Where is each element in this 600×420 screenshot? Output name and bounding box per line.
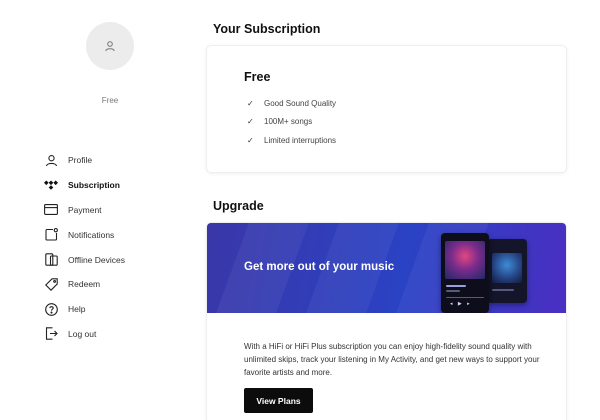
upgrade-banner: Get more out of your music ◂ ▶ ▸ [207, 223, 566, 313]
devices-icon [44, 253, 58, 267]
album-art [492, 253, 522, 283]
check-icon: ✓ [247, 135, 254, 145]
sidebar-item-label: Offline Devices [68, 254, 126, 265]
banner-title: Get more out of your music [244, 261, 395, 273]
track-line [446, 285, 466, 287]
feature-label: 100M+ songs [264, 117, 313, 127]
sidebar-item-redeem[interactable]: Redeem [44, 272, 194, 297]
avatar[interactable] [86, 22, 134, 70]
sidebar-item-profile[interactable]: Profile [44, 148, 194, 173]
progress-line [446, 297, 484, 298]
feature-label: Limited interruptions [264, 135, 337, 145]
track-line [446, 290, 460, 292]
sidebar-item-help[interactable]: Help [44, 297, 194, 322]
tag-icon [44, 277, 58, 291]
phone-mockup-back [487, 239, 527, 303]
sidebar-item-subscription[interactable]: Subscription [44, 173, 194, 198]
sidebar-item-log-out[interactable]: Log out [44, 322, 194, 347]
track-line [492, 289, 514, 291]
check-icon: ✓ [247, 98, 254, 108]
phone-mockup-front: ◂ ▶ ▸ [441, 233, 489, 313]
sidebar-nav: Profile Subscription Payment Notificatio… [44, 148, 194, 346]
user-icon [44, 153, 58, 167]
player-controls-icon: ◂ ▶ ▸ [450, 301, 472, 307]
sidebar-item-label: Redeem [68, 279, 101, 290]
sidebar-item-label: Subscription [68, 180, 120, 191]
upgrade-description: With a HiFi or HiFi Plus subscription yo… [244, 342, 540, 377]
current-plan-label: Free [101, 96, 119, 105]
sidebar-item-label: Log out [68, 328, 97, 339]
help-icon [44, 302, 58, 316]
subscription-card: Free ✓ Good Sound Quality ✓ 100M+ songs … [207, 46, 566, 172]
upgrade-card: Get more out of your music ◂ ▶ ▸ With a … [207, 223, 566, 420]
tidal-logo-icon [44, 178, 58, 192]
sidebar-item-label: Payment [68, 204, 102, 215]
plan-name: Free [244, 70, 271, 84]
upgrade-heading: Upgrade [213, 199, 264, 213]
sidebar-item-offline-devices[interactable]: Offline Devices [44, 247, 194, 272]
credit-card-icon [44, 203, 58, 217]
feature-item: ✓ Limited interruptions [247, 131, 336, 150]
feature-item: ✓ 100M+ songs [247, 113, 336, 132]
feature-item: ✓ Good Sound Quality [247, 94, 336, 113]
sidebar-item-label: Profile [68, 155, 93, 166]
sidebar-item-label: Help [68, 304, 86, 315]
feature-label: Good Sound Quality [264, 98, 337, 108]
view-plans-button[interactable]: View Plans [244, 388, 313, 413]
feature-list: ✓ Good Sound Quality ✓ 100M+ songs ✓ Lim… [247, 94, 336, 150]
sidebar-item-notifications[interactable]: Notifications [44, 222, 194, 247]
sidebar-item-label: Notifications [68, 229, 115, 240]
logout-icon [44, 327, 58, 341]
sidebar-item-payment[interactable]: Payment [44, 198, 194, 223]
check-icon: ✓ [247, 117, 254, 127]
user-icon [104, 40, 116, 52]
bell-icon [44, 228, 58, 242]
subscription-heading: Your Subscription [213, 22, 321, 36]
album-art [445, 241, 485, 279]
